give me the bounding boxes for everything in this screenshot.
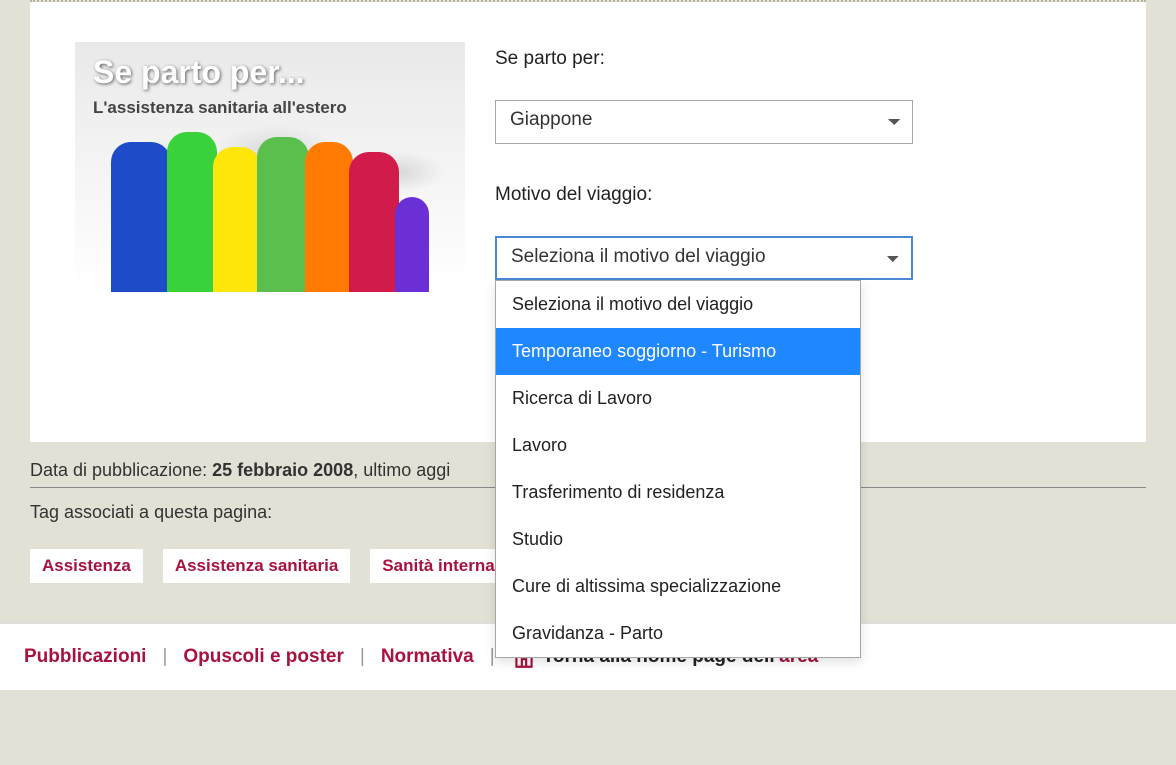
reason-option[interactable]: Ricerca di Lavoro <box>496 375 860 422</box>
footer-link-normativa[interactable]: Normativa <box>381 646 474 668</box>
destination-select[interactable]: Giappone <box>495 100 913 144</box>
tag[interactable]: Assistenza sanitaria <box>163 549 350 583</box>
reason-option[interactable]: Seleziona il motivo del viaggio <box>496 281 860 328</box>
footer-link-opuscoli[interactable]: Opuscoli e poster <box>183 646 343 668</box>
reason-option[interactable]: Temporaneo soggiorno - Turismo <box>496 328 860 375</box>
reason-dropdown-list[interactable]: Seleziona il motivo del viaggioTemporane… <box>495 280 861 658</box>
promo-banner: Se parto per... L'assistenza sanitaria a… <box>75 42 465 292</box>
destination-label: Se parto per: <box>495 48 1101 70</box>
reason-option[interactable]: Studio <box>496 516 860 563</box>
publication-label: Data di pubblicazione: <box>30 460 212 480</box>
footer-separator: | <box>162 646 167 668</box>
footer-separator: | <box>490 646 495 668</box>
update-suffix: , ultimo aggi <box>353 460 450 480</box>
content-card: Se parto per... L'assistenza sanitaria a… <box>30 2 1146 442</box>
footer-link-pubblicazioni[interactable]: Pubblicazioni <box>24 646 146 668</box>
publication-date: 25 febbraio 2008 <box>212 460 353 480</box>
promo-subtitle: L'assistenza sanitaria all'estero <box>93 98 347 118</box>
reason-option[interactable]: Gravidanza - Parto <box>496 610 860 657</box>
form-column: Se parto per: Giappone Motivo del viaggi… <box>495 42 1101 292</box>
tag[interactable]: Assistenza <box>30 549 143 583</box>
people-silhouettes <box>75 127 465 292</box>
reason-option[interactable]: Trasferimento di residenza <box>496 469 860 516</box>
reason-option[interactable]: Lavoro <box>496 422 860 469</box>
reason-select[interactable]: Seleziona il motivo del viaggio <box>495 236 913 280</box>
promo-title: Se parto per... <box>93 54 305 91</box>
reason-option[interactable]: Cure di altissima specializzazione <box>496 563 860 610</box>
reason-label: Motivo del viaggio: <box>495 184 1101 206</box>
footer-separator: | <box>360 646 365 668</box>
